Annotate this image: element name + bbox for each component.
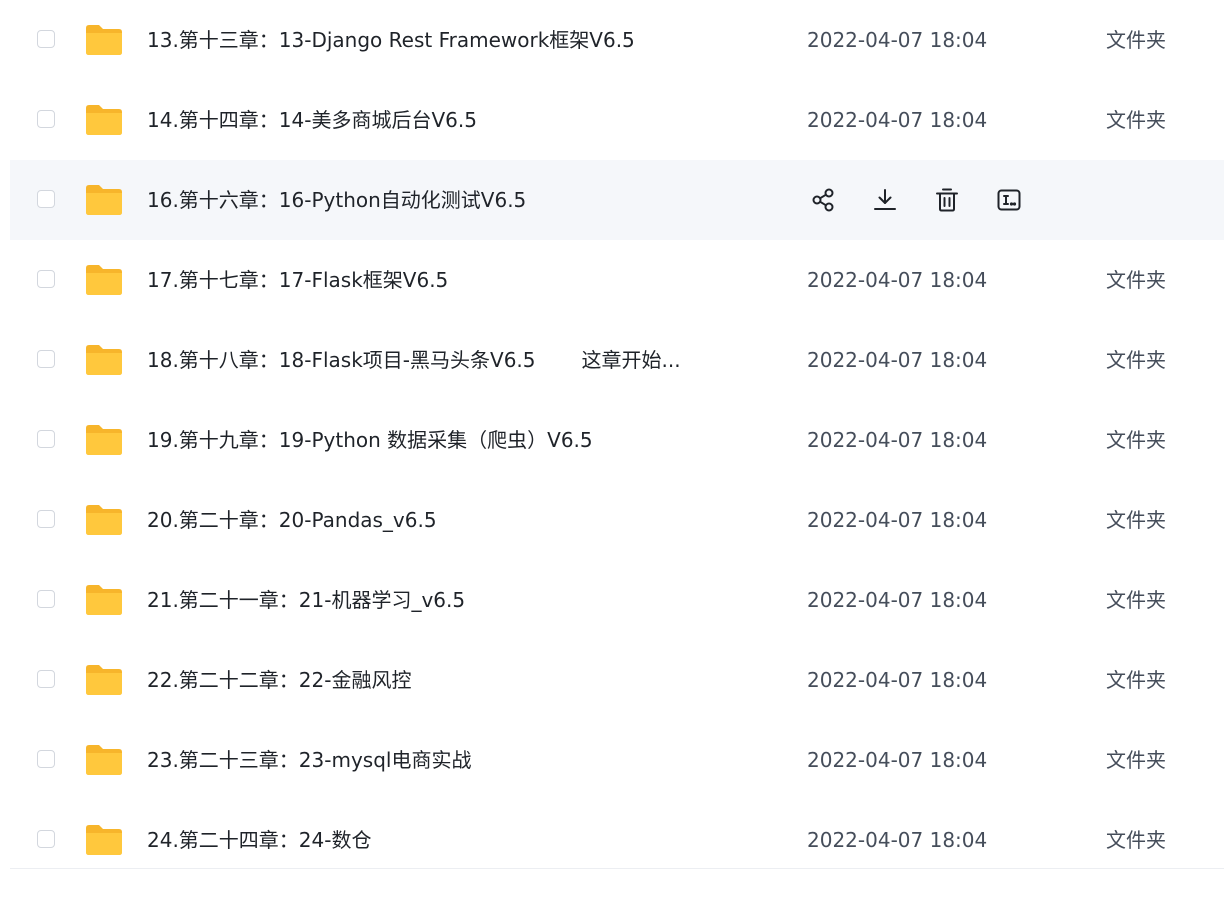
row-checkbox[interactable] xyxy=(37,270,55,288)
file-name[interactable]: 14.第十四章：14-美多商城后台V6.5 xyxy=(147,80,523,160)
row-checkbox[interactable] xyxy=(37,350,55,368)
table-row[interactable]: 21.第二十一章：21-机器学习_v6.5 2022-04-07 18:04 文… xyxy=(10,560,1224,640)
table-row[interactable]: 18.第十八章：18-Flask项目-黑马头条V6.5 这章开始... 2022-… xyxy=(10,320,1224,400)
folder-icon xyxy=(84,104,124,136)
folder-icon xyxy=(84,824,124,856)
modified-date: 2022-04-07 18:04 xyxy=(807,748,988,772)
file-type: 文件夹 xyxy=(1106,588,1166,612)
folder-icon xyxy=(84,24,124,56)
file-list: 13.第十三章：13-Django Rest Framework框架V6.5 2… xyxy=(10,0,1224,869)
modified-date: 2022-04-07 18:04 xyxy=(807,108,988,132)
file-name[interactable]: 17.第十七章：17-Flask框架V6.5 xyxy=(147,240,494,320)
table-row-hovered[interactable]: 16.第十六章：16-Python自动化测试V6.5 xyxy=(10,160,1224,240)
rename-icon[interactable] xyxy=(993,184,1025,216)
table-row[interactable]: 19.第十九章：19-Python 数据采集（爬虫）V6.5 2022-04-0… xyxy=(10,400,1224,480)
delete-icon[interactable] xyxy=(931,184,963,216)
file-type: 文件夹 xyxy=(1106,348,1166,372)
folder-icon xyxy=(84,344,124,376)
row-actions xyxy=(807,184,1025,216)
file-type: 文件夹 xyxy=(1106,828,1166,852)
file-name[interactable]: 24.第二十四章：24-数仓 xyxy=(147,800,417,880)
modified-date: 2022-04-07 18:04 xyxy=(807,268,988,292)
folder-icon xyxy=(84,664,124,696)
table-row[interactable]: 17.第十七章：17-Flask框架V6.5 2022-04-07 18:04 … xyxy=(10,240,1224,320)
row-checkbox[interactable] xyxy=(37,670,55,688)
file-name[interactable]: 20.第二十章：20-Pandas_v6.5 xyxy=(147,480,483,560)
folder-icon xyxy=(84,504,124,536)
file-type: 文件夹 xyxy=(1106,268,1166,292)
file-name-tail: 这章开始... xyxy=(581,348,681,372)
share-icon[interactable] xyxy=(807,184,839,216)
modified-date: 2022-04-07 18:04 xyxy=(807,28,988,52)
row-checkbox[interactable] xyxy=(37,510,55,528)
modified-date: 2022-04-07 18:04 xyxy=(807,828,988,852)
modified-date: 2022-04-07 18:04 xyxy=(807,428,988,452)
folder-icon xyxy=(84,424,124,456)
folder-icon xyxy=(84,584,124,616)
row-checkbox[interactable] xyxy=(37,430,55,448)
row-checkbox[interactable] xyxy=(37,750,55,768)
row-checkbox[interactable] xyxy=(37,30,55,48)
file-name[interactable]: 23.第二十三章：23-mysql电商实战 xyxy=(147,720,517,800)
file-name[interactable]: 18.第十八章：18-Flask项目-黑马头条V6.5 这章开始... xyxy=(147,320,681,400)
modified-date: 2022-04-07 18:04 xyxy=(807,668,988,692)
file-name[interactable]: 21.第二十一章：21-机器学习_v6.5 xyxy=(147,560,511,640)
file-name[interactable]: 13.第十三章：13-Django Rest Framework框架V6.5 xyxy=(147,0,681,80)
row-checkbox[interactable] xyxy=(37,590,55,608)
file-type: 文件夹 xyxy=(1106,748,1166,772)
row-checkbox[interactable] xyxy=(37,110,55,128)
modified-date: 2022-04-07 18:04 xyxy=(807,508,988,532)
modified-date: 2022-04-07 18:04 xyxy=(807,588,988,612)
table-row[interactable]: 14.第十四章：14-美多商城后台V6.5 2022-04-07 18:04 文… xyxy=(10,80,1224,160)
folder-icon xyxy=(84,184,124,216)
table-row[interactable]: 22.第二十二章：22-金融风控 2022-04-07 18:04 文件夹 xyxy=(10,640,1224,720)
file-type: 文件夹 xyxy=(1106,28,1166,52)
folder-icon xyxy=(84,264,124,296)
file-type: 文件夹 xyxy=(1106,508,1166,532)
folder-icon xyxy=(84,744,124,776)
file-name[interactable]: 19.第十九章：19-Python 数据采集（爬虫）V6.5 xyxy=(147,400,639,480)
file-type: 文件夹 xyxy=(1106,108,1166,132)
table-row[interactable]: 20.第二十章：20-Pandas_v6.5 2022-04-07 18:04 … xyxy=(10,480,1224,560)
file-name[interactable]: 22.第二十二章：22-金融风控 xyxy=(147,640,457,720)
file-type: 文件夹 xyxy=(1106,668,1166,692)
file-type: 文件夹 xyxy=(1106,428,1166,452)
table-row[interactable]: 23.第二十三章：23-mysql电商实战 2022-04-07 18:04 文… xyxy=(10,720,1224,800)
row-checkbox[interactable] xyxy=(37,830,55,848)
table-row[interactable]: 24.第二十四章：24-数仓 2022-04-07 18:04 文件夹 xyxy=(10,800,1224,880)
modified-date: 2022-04-07 18:04 xyxy=(807,348,988,372)
download-icon[interactable] xyxy=(869,184,901,216)
row-checkbox[interactable] xyxy=(37,190,55,208)
table-row[interactable]: 13.第十三章：13-Django Rest Framework框架V6.5 2… xyxy=(10,0,1224,80)
file-name[interactable]: 16.第十六章：16-Python自动化测试V6.5 xyxy=(147,160,572,240)
